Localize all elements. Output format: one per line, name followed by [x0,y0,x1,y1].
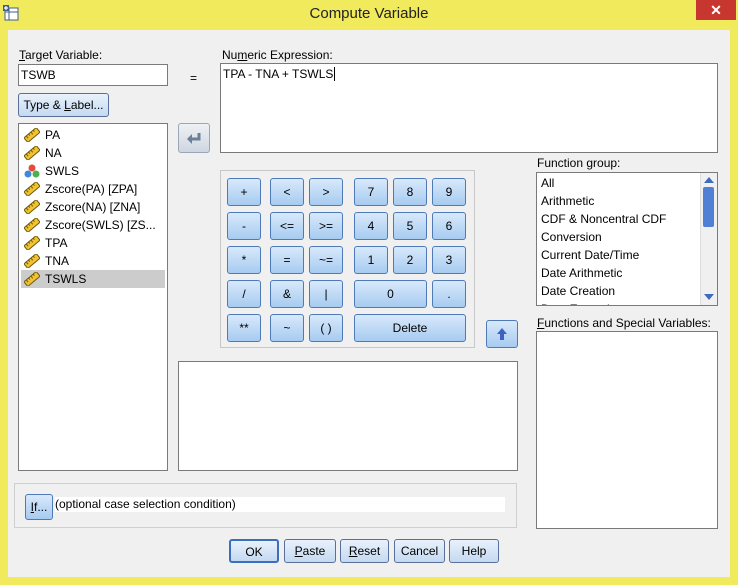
variable-name: Zscore(SWLS) [ZS... [45,218,156,232]
numeric-expression-value: TPA - TNA + TSWLS [223,67,334,81]
variable-list-item[interactable]: PA [21,126,165,144]
keypad-key[interactable]: ( ) [309,314,343,342]
type-and-label-button[interactable]: Type & Label... [18,93,109,117]
scale-ruler-icon [24,254,40,268]
numeric-expression-label: Numeric Expression: [222,48,333,62]
keypad-key[interactable]: + [227,178,261,206]
functions-special-variables-list[interactable] [536,331,718,529]
keypad-key[interactable]: 5 [393,212,427,240]
keypad-key[interactable]: 0 [354,280,427,308]
variable-list-item[interactable]: Zscore(NA) [ZNA] [21,198,165,216]
keypad-key[interactable]: | [309,280,343,308]
variable-name: SWLS [45,164,80,178]
variable-name: Zscore(NA) [ZNA] [45,200,141,214]
function-group-item[interactable]: Date Extraction [541,300,623,305]
scale-ruler-icon [24,272,40,286]
text-cursor [334,67,336,81]
variable-name: TSWLS [45,272,87,286]
function-group-item[interactable]: Date Creation [541,282,615,300]
return-arrow-icon [187,133,201,144]
scale-ruler-icon [24,236,40,250]
keypad-key[interactable]: 9 [432,178,466,206]
equals-sign: = [190,71,198,85]
title-bar: Compute Variable ✕ [0,0,738,28]
keypad-key[interactable]: / [227,280,261,308]
variable-name: PA [45,128,61,142]
keypad-key[interactable]: 4 [354,212,388,240]
variable-name: Zscore(PA) [ZPA] [45,182,138,196]
keypad-key[interactable]: ~ [270,314,304,342]
keypad-key[interactable]: < [270,178,304,206]
function-group-list[interactable]: All Arithmetic CDF & Noncentral CDF Convers… [536,172,718,306]
target-variable-value: TSWB [21,68,56,82]
function-group-scrollbar[interactable] [700,173,717,305]
scale-ruler-icon [24,146,40,160]
scale-ruler-icon [24,128,40,142]
close-button[interactable]: ✕ [696,0,736,20]
variable-list-item[interactable]: Zscore(SWLS) [ZS... [21,216,165,234]
variable-name: NA [45,146,62,160]
numeric-expression-textarea[interactable]: TPA - TNA + TSWLS [220,63,718,153]
keypad-key[interactable]: 8 [393,178,427,206]
variable-list-item[interactable]: NA [21,144,165,162]
keypad-key[interactable]: ~= [309,246,343,274]
function-group-label: Function group: [537,156,621,170]
function-description-box [178,361,518,471]
variable-list-item[interactable]: TPA [21,234,165,252]
keypad-key[interactable]: * [227,246,261,274]
keypad-key[interactable]: 2 [393,246,427,274]
move-function-up-button[interactable] [486,320,518,348]
keypad-key[interactable]: >= [309,212,343,240]
scroll-up-icon[interactable] [704,177,714,183]
functions-special-variables-label: Functions and Special Variables: [537,316,711,330]
variable-list[interactable]: PA NA SWLS Zscore(PA) [ZPA] Zscore(NA) [ZNA]… [18,123,168,471]
function-group-item[interactable]: CDF & Noncentral CDF [541,210,666,228]
scale-ruler-icon [24,182,40,196]
keypad-key[interactable]: > [309,178,343,206]
keypad-key[interactable]: 6 [432,212,466,240]
reset-button[interactable]: Reset [340,539,389,563]
function-group-item[interactable]: All [541,174,554,192]
cancel-button[interactable]: Cancel [394,539,445,563]
variable-list-item[interactable]: SWLS [21,162,165,180]
paste-button[interactable]: Paste [284,539,336,563]
variable-name: TPA [45,236,68,250]
if-button[interactable]: If... [25,494,53,520]
target-variable-input[interactable]: TSWB [18,64,168,86]
keypad-key[interactable]: = [270,246,304,274]
keypad-key[interactable]: & [270,280,304,308]
keypad-key[interactable]: . [432,280,466,308]
scale-ruler-icon [24,218,40,232]
variable-name: TNA [45,254,69,268]
keypad-key[interactable]: <= [270,212,304,240]
nominal-circles-icon [24,164,40,178]
function-group-item[interactable]: Current Date/Time [541,246,639,264]
dialog-body: Target Variable: TSWB = Numeric Expressi… [8,30,730,577]
up-arrow-icon [497,328,507,340]
variable-list-item[interactable]: TSWLS [21,270,165,288]
function-group-item[interactable]: Date Arithmetic [541,264,622,282]
function-group-item[interactable]: Arithmetic [541,192,594,210]
function-group-item[interactable]: Conversion [541,228,602,246]
keypad-key[interactable]: 3 [432,246,466,274]
keypad-key[interactable]: - [227,212,261,240]
if-condition-text: (optional case selection condition) [55,497,505,512]
keypad-key[interactable]: ** [227,314,261,342]
keypad-key[interactable]: Delete [354,314,466,342]
scroll-down-icon[interactable] [704,294,714,300]
ok-button[interactable]: OK [229,539,279,563]
move-to-expression-button[interactable] [178,123,210,153]
target-variable-label: Target Variable: [19,48,103,62]
help-button[interactable]: Help [449,539,499,563]
window-title: Compute Variable [309,5,429,22]
scrollbar-thumb[interactable] [703,187,714,227]
keypad-key[interactable]: 7 [354,178,388,206]
variable-list-item[interactable]: Zscore(PA) [ZPA] [21,180,165,198]
keypad-key[interactable]: 1 [354,246,388,274]
scale-ruler-icon [24,200,40,214]
compute-variable-window: Compute Variable ✕ Target Variable: TSWB… [0,0,738,585]
variable-list-item[interactable]: TNA [21,252,165,270]
